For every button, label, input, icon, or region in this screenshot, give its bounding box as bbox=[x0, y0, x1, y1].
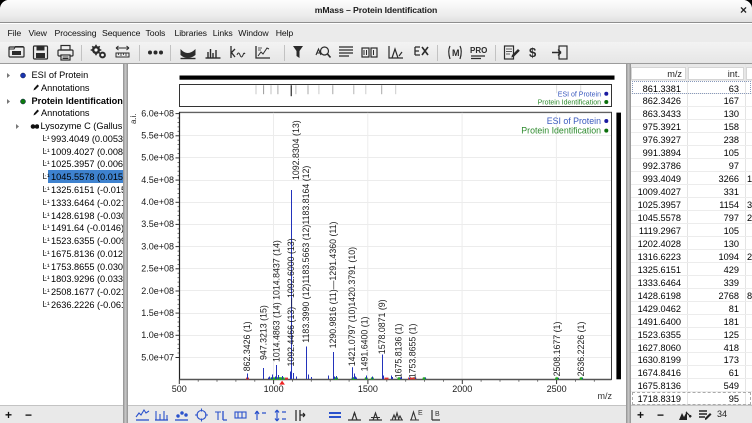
svg-text:M: M bbox=[452, 48, 460, 58]
svg-text:1014.4863 (14) 1014.8437 (14): 1014.4863 (14) 1014.8437 (14) bbox=[271, 240, 281, 362]
svg-text:1421.0797 (10)1420.3791 (10): 1421.0797 (10)1420.3791 (10) bbox=[347, 247, 357, 366]
svg-text:m/z: m/z bbox=[598, 391, 613, 401]
svg-text:Protein Identification: Protein Identification bbox=[538, 100, 602, 107]
svg-text:1183.3990 (12)1183.5663 (12)11: 1183.3990 (12)1183.5663 (12)1183.8164 (1… bbox=[301, 166, 311, 343]
svg-text:2636.2226 (1): 2636.2226 (1) bbox=[576, 322, 586, 377]
svg-text:1753.8655 (1): 1753.8655 (1) bbox=[408, 323, 418, 378]
svg-text:ESI of Protein: ESI of Protein bbox=[558, 91, 601, 98]
svg-text:PRO: PRO bbox=[470, 46, 487, 55]
svg-text:E: E bbox=[418, 410, 423, 417]
svg-text:$: $ bbox=[529, 45, 537, 60]
svg-text:5.0e+07: 5.0e+07 bbox=[141, 352, 174, 362]
svg-text:2500: 2500 bbox=[547, 384, 567, 394]
svg-text:ESI of Protein: ESI of Protein bbox=[547, 116, 601, 126]
svg-text:2.0e+08: 2.0e+08 bbox=[141, 286, 174, 296]
svg-text:4.0e+08: 4.0e+08 bbox=[141, 197, 174, 207]
svg-text:a.i.: a.i. bbox=[129, 113, 138, 124]
svg-text:1491.6400 (1): 1491.6400 (1) bbox=[360, 316, 370, 371]
svg-text:3.0e+08: 3.0e+08 bbox=[141, 241, 174, 251]
svg-text:1290.9816 (11)—1291.4360 (11): 1290.9816 (11)—1291.4360 (11) bbox=[328, 221, 338, 348]
svg-text:1500: 1500 bbox=[358, 384, 378, 394]
svg-text:1000: 1000 bbox=[264, 384, 284, 394]
svg-text:1578.0871 (9): 1578.0871 (9) bbox=[377, 299, 387, 354]
svg-text:5.5e+08: 5.5e+08 bbox=[141, 131, 174, 141]
svg-text:5.0e+08: 5.0e+08 bbox=[141, 153, 174, 163]
svg-text:B: B bbox=[435, 411, 440, 418]
svg-text:1092.4466 (13)—1092.6000 (13): 1092.4466 (13)—1092.6000 (13) bbox=[286, 238, 296, 366]
svg-text:3.5e+08: 3.5e+08 bbox=[141, 219, 174, 229]
svg-text:6.0e+08: 6.0e+08 bbox=[141, 108, 174, 118]
svg-text:1675.8136 (1): 1675.8136 (1) bbox=[393, 323, 403, 378]
svg-text:2508.1677 (1): 2508.1677 (1) bbox=[552, 322, 562, 377]
svg-text:2.5e+08: 2.5e+08 bbox=[141, 264, 174, 274]
svg-text:862.3426 (1): 862.3426 (1) bbox=[242, 321, 252, 371]
svg-text:4.5e+08: 4.5e+08 bbox=[141, 175, 174, 185]
svg-text:1.0e+08: 1.0e+08 bbox=[141, 330, 174, 340]
svg-text:Protein Identification: Protein Identification bbox=[521, 126, 601, 136]
svg-text:500: 500 bbox=[172, 384, 187, 394]
svg-text:1092.8304 (13): 1092.8304 (13) bbox=[291, 120, 301, 180]
svg-text:2000: 2000 bbox=[452, 384, 472, 394]
svg-text:947.3213 (15): 947.3213 (15) bbox=[258, 305, 268, 360]
svg-text:1.5e+08: 1.5e+08 bbox=[141, 308, 174, 318]
